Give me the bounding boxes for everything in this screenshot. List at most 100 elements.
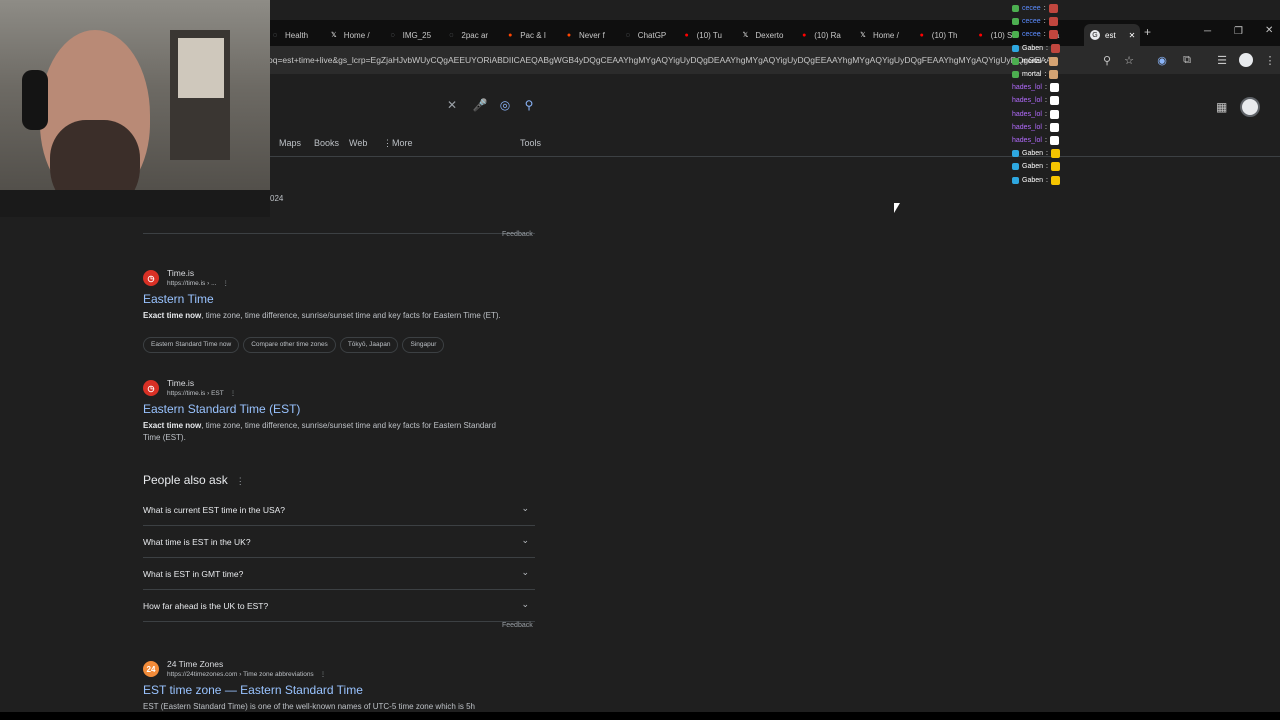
- media-icon[interactable]: ◉: [1155, 53, 1169, 67]
- chat-badge-icon: [1012, 150, 1019, 158]
- paa-question[interactable]: How far ahead is the UK to EST? ⌄: [143, 590, 535, 622]
- result-url-text: https://time.is › ...: [167, 280, 217, 287]
- tab-maps[interactable]: Maps: [279, 138, 301, 148]
- chat-colon: :: [1046, 163, 1048, 171]
- menu-kebab-icon[interactable]: ⋮: [1263, 53, 1277, 67]
- result-menu-icon[interactable]: ⋮: [230, 390, 237, 397]
- browser-tab-label: ChatGP: [637, 30, 667, 40]
- chat-colon: :: [1046, 44, 1048, 52]
- result-url: https://time.is › EST ⋮: [167, 389, 236, 397]
- chat-username: Gaben: [1022, 163, 1044, 171]
- sitelink-chip[interactable]: Compare other time zones: [243, 337, 336, 353]
- x-icon: 𝕏: [860, 32, 866, 39]
- browser-tab[interactable]: 𝕏 Home /: [858, 24, 910, 46]
- chat-colon: :: [1044, 136, 1047, 144]
- result-snippet: Exact time now, time zone, time differen…: [143, 310, 513, 322]
- paa-question[interactable]: What time is EST in the UK? ⌄: [143, 526, 535, 558]
- sitelink-chip[interactable]: Tōkyō, Jaapan: [339, 337, 399, 353]
- tab-more[interactable]: More: [392, 138, 413, 148]
- close-window-icon[interactable]: ✕: [1265, 25, 1273, 36]
- lens-search-icon[interactable]: ◎: [497, 97, 513, 113]
- chat-colon: :: [1046, 150, 1048, 158]
- extensions-icon[interactable]: ⧉: [1180, 53, 1194, 67]
- close-tab-icon[interactable]: ✕: [1129, 31, 1136, 40]
- browser-tab[interactable]: ● (10) Tu: [682, 24, 734, 46]
- browser-tab[interactable]: 𝕏 Dexerto: [740, 24, 792, 46]
- more-kebab-icon[interactable]: ⋮: [383, 138, 392, 149]
- feedback-link[interactable]: Feedback: [502, 231, 533, 238]
- chat-emote-icon: [1049, 122, 1059, 132]
- voice-search-icon[interactable]: 🎤: [472, 97, 488, 113]
- browser-tab-label: Home /: [343, 30, 370, 40]
- browser-tab[interactable]: ● (10) Ra: [799, 24, 851, 46]
- address-bar[interactable]: oq=est+time+live&gs_lcrp=EgZjaHJvbWUyCQg…: [268, 50, 1120, 70]
- chat-message: hades_lol:: [1012, 94, 1102, 107]
- browser-tab[interactable]: ● Never f: [564, 24, 616, 46]
- chat-username: cecee: [1022, 18, 1041, 26]
- google-apps-icon[interactable]: ▦: [1216, 100, 1227, 114]
- paa-question-text: How far ahead is the UK to EST?: [143, 601, 269, 611]
- browser-tab[interactable]: ◌ Health: [270, 24, 322, 46]
- account-avatar[interactable]: [1240, 97, 1260, 117]
- section-divider: [143, 233, 535, 234]
- x-icon: 𝕏: [330, 32, 337, 39]
- result-title-link[interactable]: EST time zone — Eastern Standard Time: [143, 683, 363, 697]
- paa-menu-icon[interactable]: ⋮: [236, 476, 245, 486]
- google-icon: ◌: [449, 31, 454, 39]
- result-title-link[interactable]: Eastern Time: [143, 292, 214, 306]
- paa-title-text: People also ask: [143, 473, 228, 487]
- reading-list-icon[interactable]: ☰: [1215, 53, 1229, 67]
- search-box[interactable]: ✕ 🎤 ◎ ⚲: [270, 93, 548, 117]
- minimize-icon[interactable]: ─: [1204, 26, 1211, 37]
- snippet-bold: Exact time now: [143, 421, 202, 430]
- browser-tab-label: Home /: [873, 30, 899, 40]
- browser-tab[interactable]: ◌ IMG_25: [388, 24, 440, 46]
- chat-username: mortal: [1022, 71, 1042, 79]
- reddit-icon: ●: [508, 31, 513, 39]
- chat-overlay: cecee: cecee: cecee: Gaben: mortal: mortal: ha…: [1012, 2, 1102, 187]
- chatgpt-icon: ◌: [625, 31, 630, 39]
- chat-username: hades_lol: [1012, 97, 1042, 105]
- zoom-icon[interactable]: ⚲: [1100, 53, 1114, 67]
- browser-tab[interactable]: ● (10) Th: [917, 24, 969, 46]
- search-icon[interactable]: ⚲: [521, 97, 537, 113]
- bookmark-star-icon[interactable]: ☆: [1122, 53, 1136, 67]
- result-menu-icon[interactable]: ⋮: [222, 280, 229, 287]
- browser-tab[interactable]: 𝕏 Home /: [329, 24, 381, 46]
- sitelink-chip[interactable]: Eastern Standard Time now: [143, 337, 240, 353]
- result-menu-icon[interactable]: ⋮: [320, 671, 327, 678]
- youtube-icon: ●: [919, 31, 924, 39]
- browser-tab[interactable]: ● Pac & I: [505, 24, 557, 46]
- chat-badge-icon: [1012, 5, 1019, 13]
- sitelink-chip[interactable]: Singapur: [402, 337, 445, 353]
- new-tab-icon[interactable]: +: [1144, 25, 1151, 39]
- chat-emote-icon: [1049, 96, 1059, 106]
- paa-question-text: What time is EST in the UK?: [143, 537, 251, 547]
- paa-question[interactable]: What is EST in GMT time? ⌄: [143, 558, 535, 590]
- profile-icon[interactable]: [1239, 53, 1253, 67]
- chat-emote-icon: [1050, 175, 1060, 185]
- chat-message: mortal:: [1012, 68, 1102, 81]
- feedback-link[interactable]: Feedback: [502, 622, 533, 629]
- tools-button[interactable]: Tools: [520, 138, 541, 148]
- paa-question[interactable]: What is current EST time in the USA? ⌄: [143, 494, 535, 526]
- chat-message: hades_lol:: [1012, 134, 1102, 147]
- result-title-link[interactable]: Eastern Standard Time (EST): [143, 402, 300, 416]
- chat-message: mortal:: [1012, 55, 1102, 68]
- browser-tab[interactable]: ◌ ChatGP: [623, 24, 675, 46]
- tab-books[interactable]: Books: [314, 138, 339, 148]
- chat-emote-icon: [1050, 149, 1060, 159]
- browser-tab-label: IMG_25: [402, 30, 432, 40]
- browser-tab[interactable]: ◌ 2pac ar: [446, 24, 498, 46]
- partial-result-text: 024: [270, 194, 284, 203]
- restore-icon[interactable]: ❐: [1234, 26, 1243, 37]
- chat-username: hades_lol: [1012, 110, 1042, 118]
- snippet-text: , time zone, time difference, sunrise/su…: [201, 311, 501, 320]
- webcam-background-poster: [178, 38, 224, 98]
- tab-web[interactable]: Web: [349, 138, 367, 148]
- chat-badge-icon: [1012, 176, 1019, 184]
- browser-tab-label: Health: [285, 30, 309, 40]
- time-is-favicon: ◷: [143, 380, 159, 396]
- clear-search-icon[interactable]: ✕: [444, 97, 460, 113]
- chat-emote-icon: [1049, 135, 1059, 145]
